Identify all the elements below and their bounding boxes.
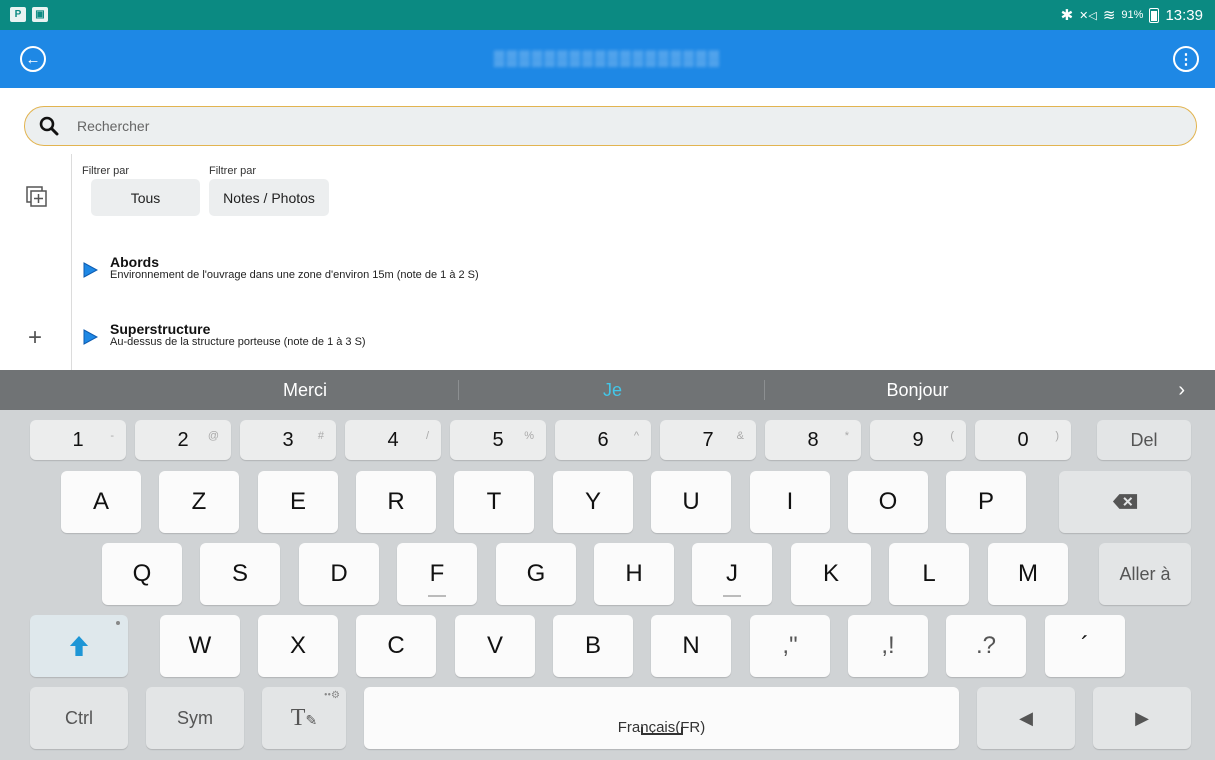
item-description: Au-dessus de la structure porteuse (note… xyxy=(110,336,366,348)
key-d[interactable]: D xyxy=(299,543,379,605)
search-icon xyxy=(39,116,59,136)
key-w[interactable]: W xyxy=(160,615,240,677)
key-7[interactable]: 7 & xyxy=(660,420,756,460)
key-c[interactable]: C xyxy=(356,615,436,677)
key-u[interactable]: U xyxy=(651,471,731,533)
key-9[interactable]: 9( xyxy=(870,420,966,460)
key-i[interactable]: I xyxy=(750,471,830,533)
key-h[interactable]: H xyxy=(594,543,674,605)
key-b[interactable]: B xyxy=(553,615,633,677)
search-input[interactable] xyxy=(77,107,1177,144)
notification-gallery-icon: ▣ xyxy=(32,7,48,22)
key-r[interactable]: R xyxy=(356,471,436,533)
add-group-icon[interactable] xyxy=(26,186,48,208)
more-options-icon: ••⚙ xyxy=(324,690,340,701)
key-3[interactable]: 3 # xyxy=(240,420,336,460)
key-2[interactable]: 2 @ xyxy=(135,420,231,460)
triangle-right-icon: ▶ xyxy=(1135,708,1149,728)
triangle-left-icon: ◀ xyxy=(1019,708,1033,728)
key-z[interactable]: Z xyxy=(159,471,239,533)
key-l[interactable]: L xyxy=(889,543,969,605)
clock: 13:39 xyxy=(1165,6,1203,24)
notification-icons: P ▣ xyxy=(10,7,48,22)
battery-percent: 91% xyxy=(1121,9,1144,21)
home-row-marker xyxy=(723,595,741,597)
key-a[interactable]: A xyxy=(61,471,141,533)
sym-key[interactable]: Sym xyxy=(146,687,244,749)
notification-app-icon: P xyxy=(10,7,26,22)
key-t[interactable]: T xyxy=(454,471,534,533)
ctrl-key[interactable]: Ctrl xyxy=(30,687,128,749)
key-n[interactable]: N xyxy=(651,615,731,677)
key-f[interactable]: F xyxy=(397,543,477,605)
key-v[interactable]: V xyxy=(455,615,535,677)
filter-label-1: Filtrer par xyxy=(82,165,130,177)
space-bar-icon xyxy=(640,727,683,735)
suggestion-2[interactable]: Je xyxy=(460,370,765,410)
key-4[interactable]: 4/ xyxy=(345,420,441,460)
backspace-key[interactable] xyxy=(1059,471,1191,533)
more-vertical-icon: ⋮ xyxy=(1178,51,1194,68)
side-divider xyxy=(71,154,72,370)
app-bar: ← ▒▒▒▒▒▒▒▒▒▒▒▒▒▒▒▒▒▒ ⋮ xyxy=(0,30,1215,88)
key-0[interactable]: 0) xyxy=(975,420,1071,460)
status-bar: P ▣ ✱ ✕◁ ≋ 91% 13:39 xyxy=(0,0,1215,30)
key-comma-exclaim[interactable]: ,! xyxy=(848,615,928,677)
key-m[interactable]: M xyxy=(988,543,1068,605)
key-k[interactable]: K xyxy=(791,543,871,605)
item-title: Abords xyxy=(110,254,159,270)
shift-key[interactable] xyxy=(30,615,128,677)
search-bar[interactable] xyxy=(24,106,1197,146)
cursor-left-key[interactable]: ◀ xyxy=(977,687,1075,749)
keyboard-suggestion-bar: Merci Je Bonjour › xyxy=(0,370,1215,410)
key-e[interactable]: E xyxy=(258,471,338,533)
wifi-icon: ≋ xyxy=(1102,7,1116,24)
backspace-icon xyxy=(1112,494,1138,509)
shift-indicator-dot xyxy=(116,621,120,625)
key-comma-quote[interactable]: ," xyxy=(750,615,830,677)
go-key[interactable]: Aller à xyxy=(1099,543,1191,605)
key-s[interactable]: S xyxy=(200,543,280,605)
pencil-icon: ✎ xyxy=(305,714,318,729)
home-row-marker xyxy=(428,595,446,597)
key-acute-accent[interactable]: ´ xyxy=(1045,615,1125,677)
play-icon xyxy=(83,262,98,278)
play-icon xyxy=(83,329,98,345)
text-format-icon: T xyxy=(290,705,306,731)
overflow-menu-button[interactable]: ⋮ xyxy=(1173,46,1199,72)
key-8[interactable]: 8 * xyxy=(765,420,861,460)
app-title-redacted: ▒▒▒▒▒▒▒▒▒▒▒▒▒▒▒▒▒▒ xyxy=(493,50,722,67)
key-q[interactable]: Q xyxy=(102,543,182,605)
bluetooth-icon: ✱ xyxy=(1060,7,1074,24)
key-g[interactable]: G xyxy=(496,543,576,605)
item-title: Superstructure xyxy=(110,321,211,337)
shift-arrow-icon xyxy=(69,636,89,656)
key-period-question[interactable]: .? xyxy=(946,615,1026,677)
add-item-icon[interactable]: + xyxy=(28,326,42,350)
space-key[interactable]: Français(FR) xyxy=(364,687,959,749)
main-content: + Filtrer par Tous Filtrer par Notes / P… xyxy=(0,88,1215,370)
battery-icon xyxy=(1149,7,1160,23)
key-y[interactable]: Y xyxy=(553,471,633,533)
mute-icon: ✕◁ xyxy=(1079,9,1097,22)
suggestion-divider xyxy=(458,380,459,400)
key-5[interactable]: 5% xyxy=(450,420,546,460)
key-6[interactable]: 6 ^ xyxy=(555,420,651,460)
del-key[interactable]: Del xyxy=(1097,420,1191,460)
filter-label-2: Filtrer par xyxy=(209,165,257,177)
system-indicators: ✱ ✕◁ ≋ 91% 13:39 xyxy=(1060,6,1203,25)
suggestion-3[interactable]: Bonjour xyxy=(765,370,1070,410)
key-1[interactable]: 1- xyxy=(30,420,126,460)
soft-keyboard: 1- 2 @ 3 # 4/ 5% 6 ^ 7 & 8 * 9( 0) Del A Z E … xyxy=(0,410,1215,760)
item-description: Environnement de l'ouvrage dans une zone… xyxy=(110,269,479,281)
suggestion-1[interactable]: Merci xyxy=(150,370,460,410)
key-j[interactable]: J xyxy=(692,543,772,605)
text-tool-key[interactable]: T✎ ••⚙ xyxy=(262,687,346,749)
filter-all-button[interactable]: Tous xyxy=(91,179,200,216)
key-o[interactable]: O xyxy=(848,471,928,533)
key-p[interactable]: P xyxy=(946,471,1026,533)
filter-notes-photos-button[interactable]: Notes / Photos xyxy=(209,179,329,216)
cursor-right-key[interactable]: ▶ xyxy=(1093,687,1191,749)
chevron-right-icon[interactable]: › xyxy=(1178,370,1185,410)
